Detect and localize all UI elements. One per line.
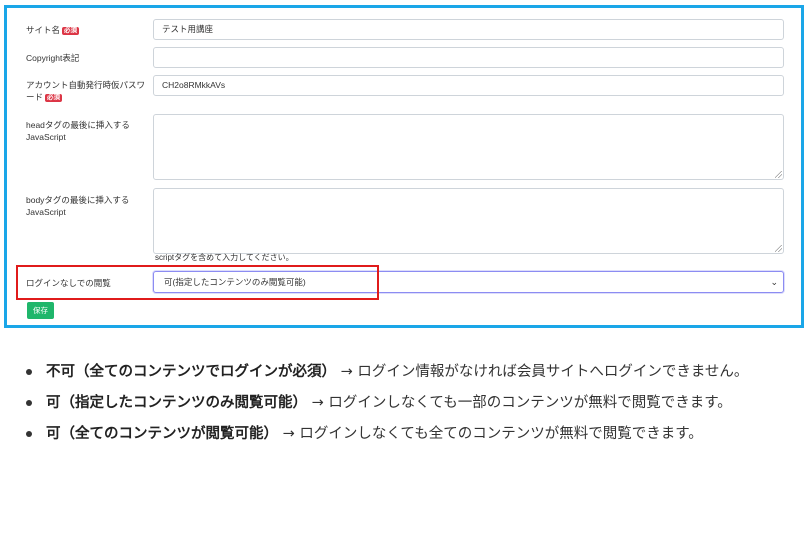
body-js-help-text: scriptタグを含めて入力してください。 [155,253,294,262]
body-js-label: bodyタグの最後に挿入するJavaScript [26,195,130,217]
highlight-annotation-box [16,265,379,300]
head-js-label: headタグの最後に挿入するJavaScript [26,120,130,142]
bullet-icon [26,400,32,406]
body-js-textarea[interactable] [153,188,784,254]
list-item: 可（指定したコンテンツのみ閲覧可能） → ログインしなくても一部のコンテンツが無… [26,388,806,419]
save-button[interactable]: 保存 [27,302,54,319]
required-badge: 必須 [62,27,80,35]
list-item: 可（全てのコンテンツが閲覧可能） → ログインしなくても全てのコンテンツが無料で… [26,419,806,450]
list-item: 不可（全てのコンテンツでログインが必須） → ログイン情報がなければ会員サイトへ… [26,357,806,388]
bullet-icon [26,431,32,437]
copyright-label: Copyright表記 [26,53,80,63]
site-name-label: サイト名 必須 [26,25,80,35]
site-name-input[interactable]: テスト用講座 [153,19,784,40]
settings-form-panel: サイト名 必須 テスト用講座 Copyright表記 アカウント自動発行時仮パスワ… [4,5,804,328]
resize-grip-icon[interactable] [775,171,782,178]
temp-password-label: アカウント自動発行時仮パスワード 必須 [26,80,146,102]
bullet-icon [26,369,32,375]
option-explanation-list: 不可（全てのコンテンツでログインが必須） → ログイン情報がなければ会員サイトへ… [26,357,806,450]
required-badge: 必須 [45,94,63,102]
head-js-textarea[interactable] [153,114,784,180]
copyright-input[interactable] [153,47,784,68]
resize-grip-icon[interactable] [775,245,782,252]
chevron-down-icon: ⌄ [770,277,778,287]
temp-password-input[interactable]: CH2o8RMkkAVs [153,75,784,96]
